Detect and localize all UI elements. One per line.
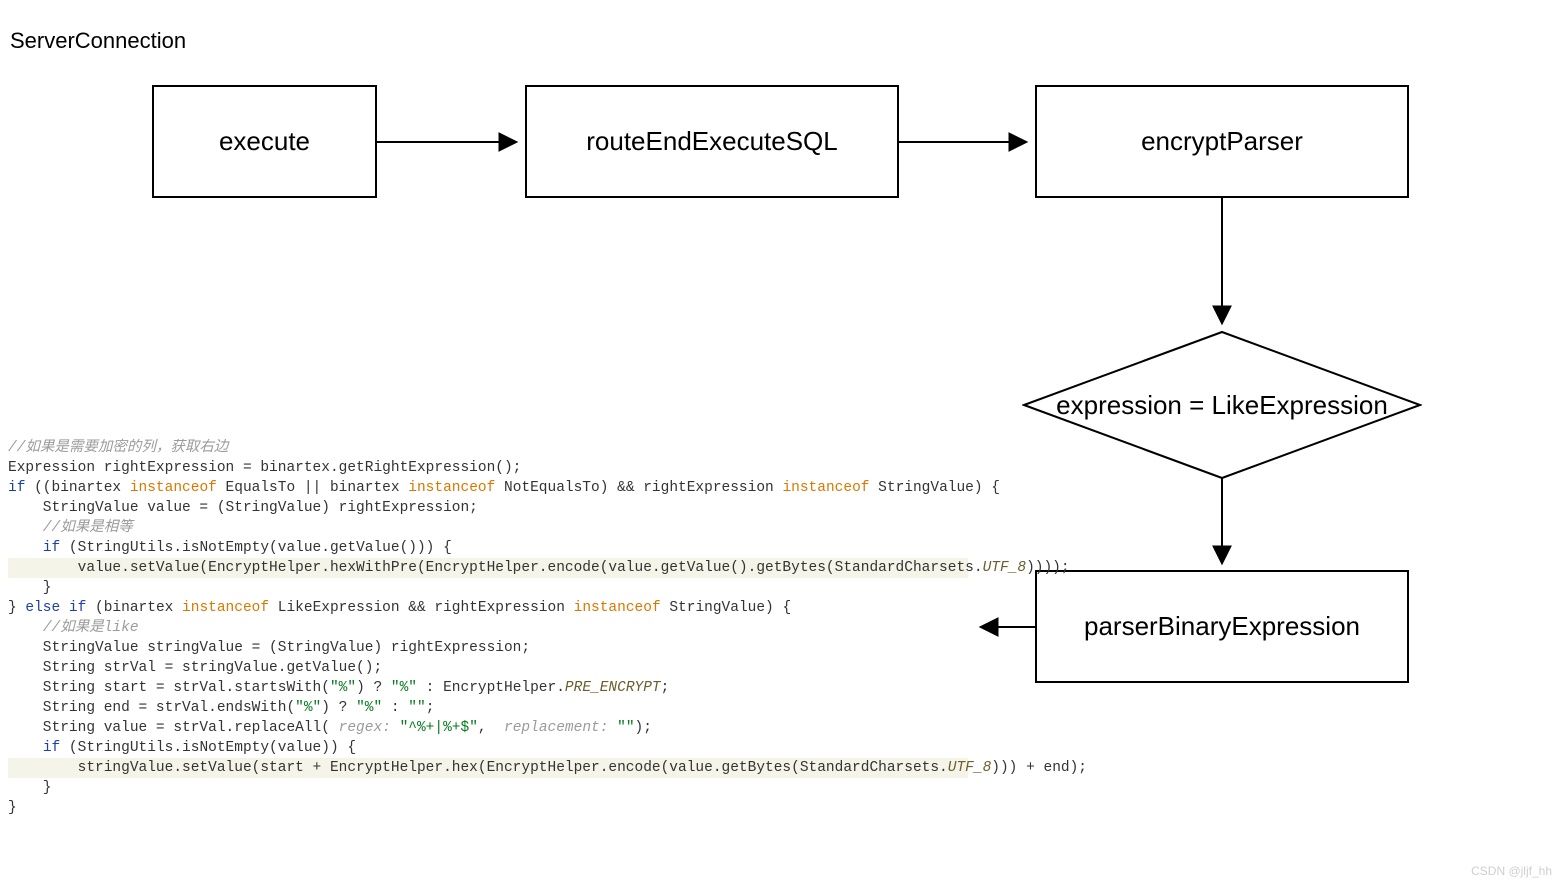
code-line: if ((binartex instanceof EqualsTo || bin… xyxy=(8,478,968,498)
node-routeEndExecuteSQL-label: routeEndExecuteSQL xyxy=(586,126,838,157)
code-line: if (StringUtils.isNotEmpty(value.getValu… xyxy=(8,538,968,558)
code-line: String value = strVal.replaceAll( regex:… xyxy=(8,718,968,738)
arrow-parser-to-code xyxy=(972,616,1037,638)
code-line: //如果是相等 xyxy=(8,518,968,538)
node-parserBinaryExpression: parserBinaryExpression xyxy=(1035,570,1409,683)
code-line: if (StringUtils.isNotEmpty(value)) { xyxy=(8,738,968,758)
watermark: CSDN @jljf_hh xyxy=(1471,864,1552,878)
code-line: } xyxy=(8,778,968,798)
node-routeEndExecuteSQL: routeEndExecuteSQL xyxy=(525,85,899,198)
node-encryptParser-label: encryptParser xyxy=(1141,126,1303,157)
node-execute: execute xyxy=(152,85,377,198)
code-line: } xyxy=(8,578,968,598)
code-line: //如果是like xyxy=(8,618,968,638)
code-line: Expression rightExpression = binartex.ge… xyxy=(8,458,968,478)
diagram-canvas: ServerConnection execute routeEndExecute… xyxy=(0,0,1566,888)
code-line: } else if (binartex instanceof LikeExpre… xyxy=(8,598,968,618)
arrow-execute-to-route xyxy=(377,131,525,153)
code-line: StringValue stringValue = (StringValue) … xyxy=(8,638,968,658)
node-execute-label: execute xyxy=(219,126,310,157)
code-line: //如果是需要加密的列，获取右边 xyxy=(8,438,968,458)
node-parserBinaryExpression-label: parserBinaryExpression xyxy=(1084,611,1360,642)
code-line: } xyxy=(8,798,968,818)
code-line: StringValue value = (StringValue) rightE… xyxy=(8,498,968,518)
code-line: String end = strVal.endsWith("%") ? "%" … xyxy=(8,698,968,718)
code-line: String strVal = stringValue.getValue(); xyxy=(8,658,968,678)
arrow-decision-to-parser xyxy=(1211,478,1233,572)
code-line: String start = strVal.startsWith("%") ? … xyxy=(8,678,968,698)
code-line: stringValue.setValue(start + EncryptHelp… xyxy=(8,758,968,778)
arrow-encrypt-to-decision xyxy=(1211,198,1233,332)
node-decision: expression = LikeExpression xyxy=(1022,330,1422,480)
arrow-route-to-encrypt xyxy=(899,131,1035,153)
code-line: value.setValue(EncryptHelper.hexWithPre(… xyxy=(8,558,968,578)
page-title: ServerConnection xyxy=(10,28,186,54)
node-decision-label: expression = LikeExpression xyxy=(1056,390,1388,421)
node-encryptParser: encryptParser xyxy=(1035,85,1409,198)
code-block: //如果是需要加密的列，获取右边Expression rightExpressi… xyxy=(8,438,968,818)
